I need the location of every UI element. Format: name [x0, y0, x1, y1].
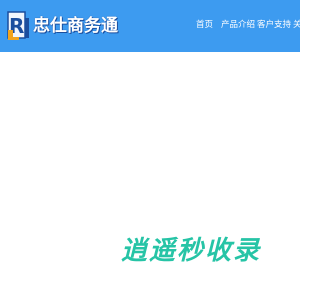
- rl-logo-icon: R: [7, 11, 29, 40]
- logo-text: 忠仕商务通: [33, 16, 118, 36]
- page: R 忠仕商务通 首页 产品介绍 客户支持 关 逍遥秒收录: [0, 0, 300, 300]
- logo[interactable]: R 忠仕商务通: [7, 11, 118, 41]
- top-header: R 忠仕商务通 首页 产品介绍 客户支持 关: [0, 0, 300, 52]
- nav-item-products[interactable]: 产品介绍: [221, 19, 255, 31]
- nav-item-home[interactable]: 首页: [196, 19, 213, 31]
- nav-item-support[interactable]: 客户支持: [257, 19, 291, 31]
- brand-watermark-text: 逍遥秒收录: [121, 236, 262, 266]
- nav-item-about[interactable]: 关: [293, 19, 300, 31]
